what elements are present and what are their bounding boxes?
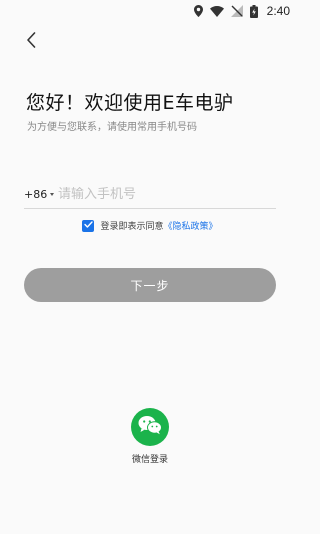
caret-down-icon: [50, 192, 55, 196]
country-code-label: +86: [24, 187, 48, 201]
page-title: 您好！欢迎使用E车电驴: [26, 92, 234, 114]
login-screen: 2:40 您好！欢迎使用E车电驴 为方便与您联系，请使用常用手机号码 +86 登…: [0, 0, 300, 534]
phone-input[interactable]: [58, 186, 268, 202]
wifi-icon: [209, 5, 224, 17]
status-bar: 2:40: [0, 0, 300, 22]
checkmark-icon: [84, 220, 93, 231]
chevron-left-icon: [26, 32, 36, 52]
wechat-login: 微信登录: [0, 408, 300, 465]
agreement-row: 登录即表示同意 《隐私政策》: [0, 219, 300, 232]
wechat-login-button[interactable]: [131, 408, 169, 446]
country-code-selector[interactable]: +86: [24, 188, 58, 201]
agreement-checkbox[interactable]: [82, 219, 95, 232]
agreement-text: 登录即表示同意: [100, 222, 164, 232]
battery-charging-icon: [249, 4, 258, 18]
privacy-policy-link[interactable]: 《隐私政策》: [164, 219, 218, 232]
wechat-login-label: 微信登录: [131, 455, 168, 465]
location-icon: [193, 5, 203, 17]
next-button[interactable]: 下一步: [24, 268, 276, 302]
phone-row: +86: [24, 180, 276, 209]
status-time: 2:40: [266, 4, 290, 18]
wechat-icon: [138, 415, 162, 439]
back-button[interactable]: [20, 31, 42, 53]
page-subtitle: 为方便与您联系，请使用常用手机号码: [27, 122, 197, 133]
no-signal-icon: [230, 5, 243, 17]
